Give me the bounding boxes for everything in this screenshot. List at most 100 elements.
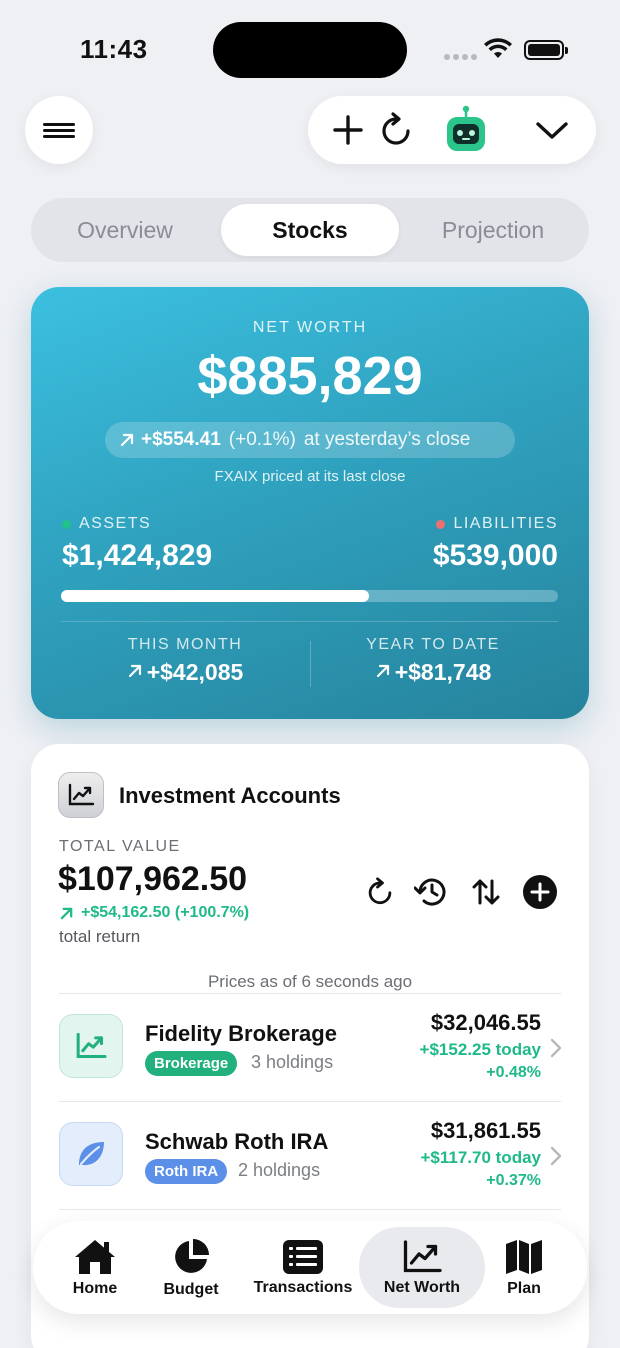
account-percent-change: +0.48% bbox=[486, 1064, 541, 1081]
account-value: $31,861.55 bbox=[430, 1118, 541, 1143]
chart-up-icon bbox=[403, 1239, 442, 1272]
history-button[interactable] bbox=[414, 875, 448, 909]
nav-transactions[interactable]: Transactions bbox=[239, 1221, 367, 1314]
account-value: $32,046.55 bbox=[430, 1010, 541, 1035]
refresh-button[interactable] bbox=[370, 96, 422, 164]
add-account-button[interactable] bbox=[523, 875, 557, 909]
sort-arrows-icon bbox=[472, 879, 500, 905]
net-worth-change: +$554.41 (+0.1%) at yesterday’s close bbox=[105, 422, 515, 458]
nav-net-worth-label: Net Worth bbox=[383, 1278, 461, 1296]
asset-ratio-fill bbox=[61, 590, 370, 602]
account-holdings: 2 holdings bbox=[238, 1160, 321, 1180]
pricing-note: FXAIX priced at its last close bbox=[214, 468, 406, 485]
chart-up-icon bbox=[59, 1014, 123, 1078]
account-row[interactable]: Schwab Roth IRA Roth IRA 2 holdings $31,… bbox=[31, 1102, 589, 1210]
tab-projection[interactable]: Projection bbox=[405, 204, 581, 256]
hamburger-icon bbox=[43, 120, 75, 141]
ytd-value: +$81,748 bbox=[313, 659, 553, 686]
account-type-badge: Brokerage bbox=[145, 1051, 238, 1076]
this-month-amount: +$42,085 bbox=[146, 659, 244, 685]
plus-icon bbox=[333, 115, 363, 145]
nav-home[interactable]: Home bbox=[47, 1221, 143, 1314]
change-percent: (+0.1%) bbox=[228, 429, 296, 450]
arrow-up-right-icon bbox=[120, 433, 134, 447]
nav-net-worth[interactable]: Net Worth bbox=[359, 1227, 485, 1308]
robot-icon bbox=[447, 105, 485, 151]
net-worth-value: $885,829 bbox=[197, 346, 423, 406]
sort-button[interactable] bbox=[469, 875, 503, 909]
total-return-value: +$54,162.50 (+100.7%) bbox=[81, 904, 250, 921]
tab-overview[interactable]: Overview bbox=[37, 204, 213, 256]
divider bbox=[59, 1209, 561, 1210]
account-name: Fidelity Brokerage bbox=[145, 1021, 337, 1046]
total-return-label: total return bbox=[59, 927, 141, 946]
refresh-icon bbox=[382, 112, 410, 145]
ytd-amount: +$81,748 bbox=[394, 659, 492, 685]
ytd-label: YEAR TO DATE bbox=[366, 636, 500, 653]
change-suffix: at yesterday’s close bbox=[303, 429, 471, 450]
this-month-value: +$42,085 bbox=[65, 659, 305, 686]
pie-chart-icon bbox=[175, 1238, 209, 1273]
dynamic-island bbox=[213, 22, 407, 78]
account-type-badge: Roth IRA bbox=[145, 1159, 228, 1184]
assistant-button[interactable] bbox=[438, 96, 494, 164]
account-holdings: 3 holdings bbox=[251, 1052, 334, 1072]
list-icon bbox=[283, 1239, 323, 1274]
liabilities-value: $539,000 bbox=[432, 539, 558, 572]
leaf-icon bbox=[59, 1122, 123, 1186]
map-icon bbox=[506, 1239, 542, 1274]
liabilities-label: LIABILITIES bbox=[436, 515, 558, 533]
history-icon bbox=[414, 878, 446, 906]
prices-updated-note: Prices as of 6 seconds ago bbox=[207, 972, 413, 991]
signal-icon bbox=[444, 54, 477, 60]
nav-budget-label: Budget bbox=[163, 1280, 219, 1298]
liabilities-dot-icon bbox=[436, 519, 446, 529]
action-pill bbox=[308, 96, 596, 164]
expand-button[interactable] bbox=[526, 96, 578, 164]
total-value-label: TOTAL VALUE bbox=[59, 838, 181, 855]
nav-plan-label: Plan bbox=[507, 1279, 541, 1297]
tab-stocks[interactable]: Stocks bbox=[221, 204, 399, 256]
account-name: Schwab Roth IRA bbox=[145, 1129, 329, 1154]
assets-label-text: ASSETS bbox=[79, 515, 152, 532]
nav-home-label: Home bbox=[72, 1279, 118, 1297]
assets-dot-icon bbox=[62, 519, 71, 529]
assets-label: ASSETS bbox=[62, 515, 151, 533]
chevron-right-icon bbox=[550, 1146, 562, 1166]
bottom-nav: Home Budget Transactions Net Worth Plan bbox=[33, 1221, 587, 1314]
plus-circle-icon bbox=[523, 875, 557, 909]
change-amount: +$554.41 bbox=[141, 429, 221, 450]
divider bbox=[310, 641, 311, 687]
account-percent-change: +0.37% bbox=[486, 1172, 541, 1189]
status-time: 11:43 bbox=[80, 34, 148, 64]
account-today-change: +$152.25 today bbox=[419, 1040, 541, 1059]
account-today-change: +$117.70 today bbox=[420, 1148, 541, 1167]
this-month-label: THIS MONTH bbox=[127, 636, 243, 653]
menu-button[interactable] bbox=[25, 96, 93, 164]
nav-transactions-label: Transactions bbox=[253, 1278, 353, 1296]
net-worth-card[interactable]: NET WORTH $885,829 +$554.41 (+0.1%) at y… bbox=[31, 287, 589, 719]
assets-value: $1,424,829 bbox=[62, 539, 213, 572]
total-return: +$54,162.50 (+100.7%) bbox=[59, 904, 249, 922]
nav-budget[interactable]: Budget bbox=[143, 1221, 239, 1314]
home-icon bbox=[75, 1239, 115, 1274]
liabilities-label-text: LIABILITIES bbox=[453, 515, 558, 532]
arrow-up-right-icon bbox=[128, 664, 141, 678]
investment-accounts-title: Investment Accounts bbox=[119, 783, 341, 808]
wifi-icon bbox=[484, 38, 512, 65]
asset-ratio-bar bbox=[61, 590, 558, 602]
arrow-up-right-icon bbox=[376, 664, 389, 678]
refresh-prices-button[interactable] bbox=[363, 875, 397, 909]
status-bar: 11:43 bbox=[0, 0, 620, 100]
total-value: $107,962.50 bbox=[58, 860, 248, 898]
divider bbox=[61, 621, 558, 622]
view-tabs: Overview Stocks Projection bbox=[31, 198, 589, 262]
refresh-icon bbox=[368, 877, 392, 905]
chart-up-icon bbox=[58, 772, 104, 818]
nav-plan[interactable]: Plan bbox=[481, 1221, 567, 1314]
battery-icon bbox=[524, 40, 568, 60]
arrow-up-right-icon bbox=[60, 907, 73, 919]
add-button[interactable] bbox=[320, 96, 376, 164]
account-row[interactable]: Fidelity Brokerage Brokerage 3 holdings … bbox=[31, 994, 589, 1102]
chevron-right-icon bbox=[550, 1038, 562, 1058]
